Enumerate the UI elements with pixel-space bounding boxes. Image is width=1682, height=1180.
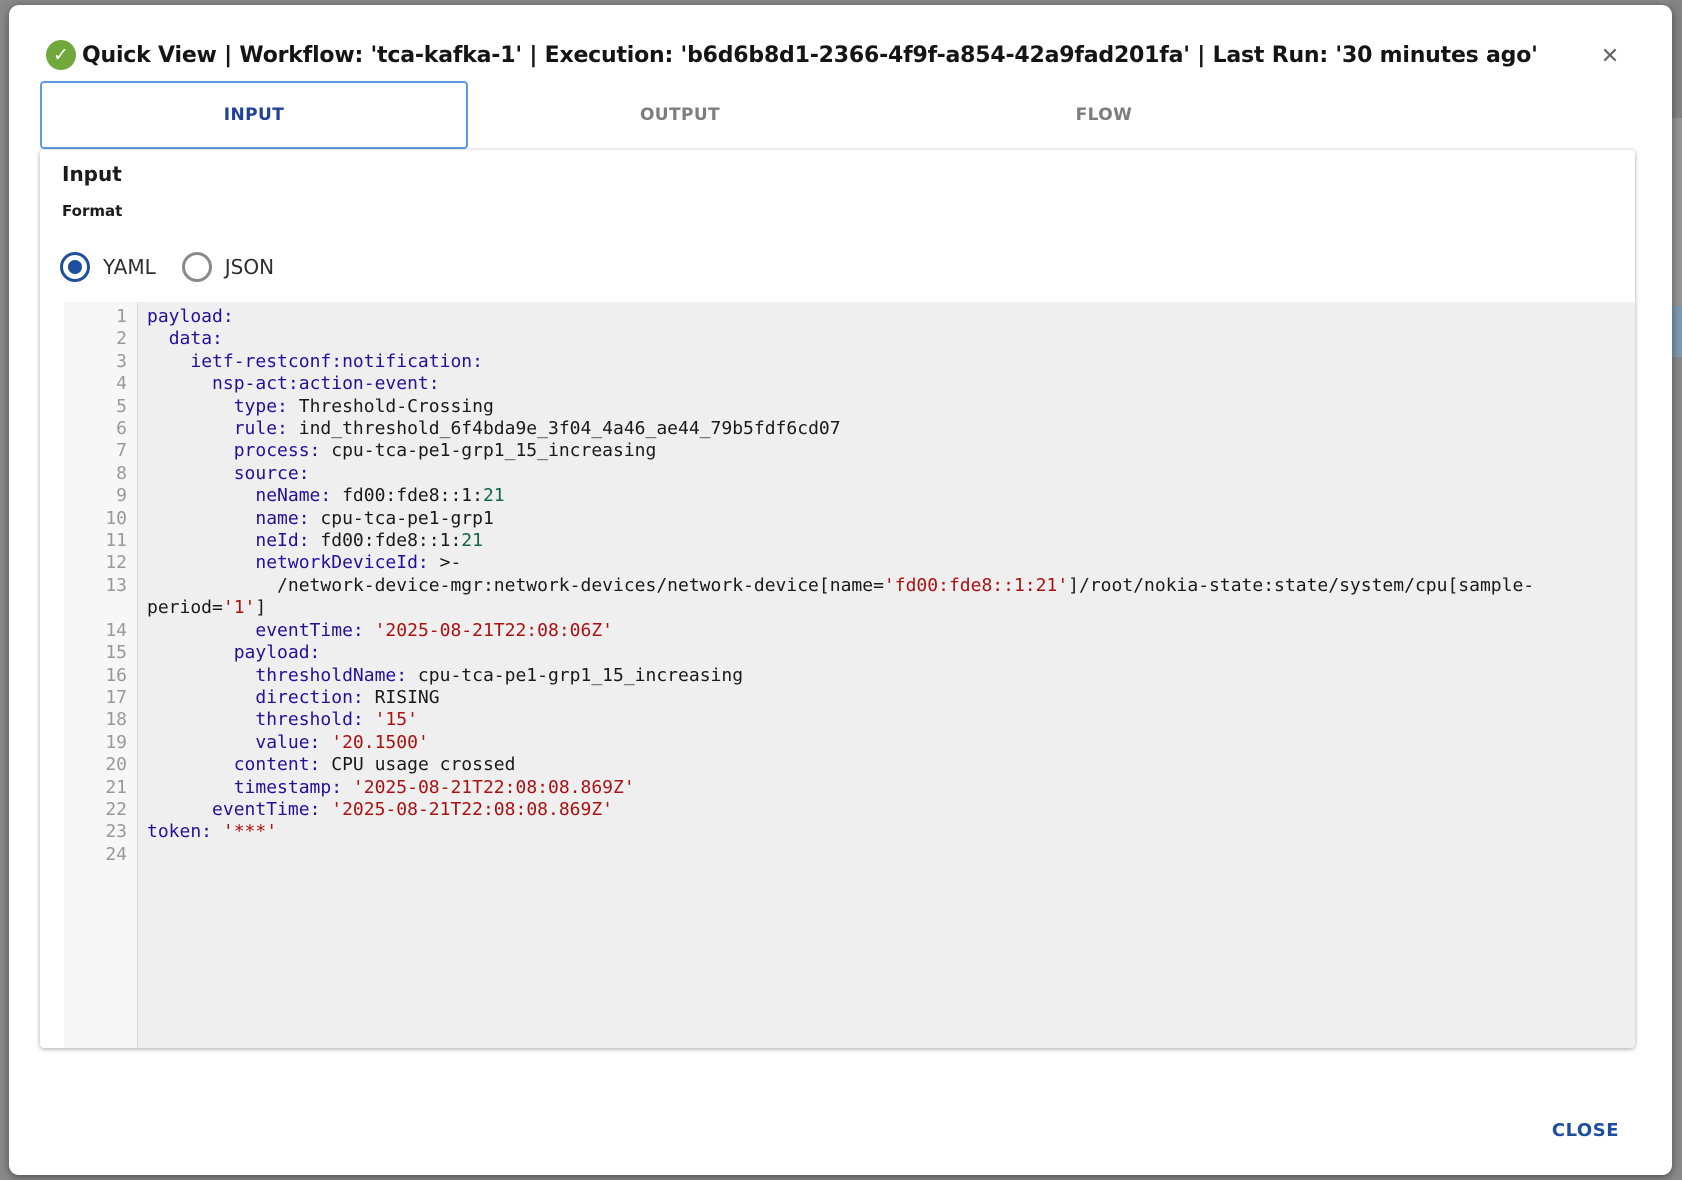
panel-heading: Input	[62, 162, 122, 186]
code-line: 16 thresholdName: cpu-tca-pe1-grp1_15_in…	[64, 665, 1635, 687]
line-content: networkDeviceId: >-	[138, 552, 1635, 574]
line-number: 17	[64, 687, 137, 709]
code-line: 10 name: cpu-tca-pe1-grp1	[64, 508, 1635, 530]
line-content: thresholdName: cpu-tca-pe1-grp1_15_incre…	[138, 665, 1635, 687]
line-content: nsp-act:action-event:	[138, 373, 1635, 395]
radio-unselected-icon[interactable]	[182, 252, 212, 282]
quick-view-dialog: ✓ Quick View | Workflow: 'tca-kafka-1' |…	[9, 5, 1672, 1175]
line-number: 22	[64, 799, 137, 821]
line-content: payload:	[138, 306, 1635, 328]
line-content: eventTime: '2025-08-21T22:08:08.869Z'	[138, 799, 1635, 821]
dialog-header: ✓ Quick View | Workflow: 'tca-kafka-1' |…	[9, 5, 1672, 81]
line-content: value: '20.1500'	[138, 732, 1635, 754]
line-content	[138, 844, 1635, 866]
code-line: 9 neName: fd00:fde8::1:21	[64, 485, 1635, 507]
line-number: 6	[64, 418, 137, 440]
line-content: process: cpu-tca-pe1-grp1_15_increasing	[138, 440, 1635, 462]
close-button[interactable]: CLOSE	[1548, 1113, 1623, 1147]
line-number: 4	[64, 373, 137, 395]
line-content: ietf-restconf:notification:	[138, 351, 1635, 373]
line-number: 12	[64, 552, 137, 574]
input-panel: Input Format YAML JSON 1payl	[40, 150, 1635, 1048]
line-number: 18	[64, 709, 137, 731]
line-number: 2	[64, 328, 137, 350]
line-content: neName: fd00:fde8::1:21	[138, 485, 1635, 507]
line-content: data:	[138, 328, 1635, 350]
line-number: 16	[64, 665, 137, 687]
line-content: neId: fd00:fde8::1:21	[138, 530, 1635, 552]
code-line: 8 source:	[64, 463, 1635, 485]
code-line: 23token: '***'	[64, 821, 1635, 843]
line-number: 15	[64, 642, 137, 664]
code-line: 17 direction: RISING	[64, 687, 1635, 709]
code-line: 15 payload:	[64, 642, 1635, 664]
code-line: 6 rule: ind_threshold_6f4bda9e_3f04_4a46…	[64, 418, 1635, 440]
tab-flow[interactable]: FLOW	[892, 81, 1316, 149]
line-content: timestamp: '2025-08-21T22:08:08.869Z'	[138, 777, 1635, 799]
radio-selected-icon[interactable]	[60, 252, 90, 282]
code-lines: 1payload:2 data:3 ietf-restconf:notifica…	[64, 302, 1635, 866]
code-line: 18 threshold: '15'	[64, 709, 1635, 731]
tab-output[interactable]: OUTPUT	[468, 81, 892, 149]
line-number: 10	[64, 508, 137, 530]
line-content: eventTime: '2025-08-21T22:08:06Z'	[138, 620, 1635, 642]
line-content: payload:	[138, 642, 1635, 664]
line-number: 13	[64, 575, 137, 620]
success-check-icon: ✓	[46, 40, 76, 70]
format-label: Format	[62, 202, 122, 220]
code-line: 20 content: CPU usage crossed	[64, 754, 1635, 776]
code-line: 4 nsp-act:action-event:	[64, 373, 1635, 395]
format-radio-group: YAML JSON	[60, 250, 274, 284]
code-line: 2 data:	[64, 328, 1635, 350]
line-content: name: cpu-tca-pe1-grp1	[138, 508, 1635, 530]
radio-yaml-label: YAML	[103, 255, 156, 279]
code-line: 1payload:	[64, 306, 1635, 328]
code-line: 11 neId: fd00:fde8::1:21	[64, 530, 1635, 552]
code-editor[interactable]: 1payload:2 data:3 ietf-restconf:notifica…	[64, 302, 1635, 1048]
code-line: 24	[64, 844, 1635, 866]
radio-json-label: JSON	[225, 255, 274, 279]
line-number: 9	[64, 485, 137, 507]
line-number: 21	[64, 777, 137, 799]
line-number: 7	[64, 440, 137, 462]
code-line: 3 ietf-restconf:notification:	[64, 351, 1635, 373]
line-number: 23	[64, 821, 137, 843]
code-line: 14 eventTime: '2025-08-21T22:08:06Z'	[64, 620, 1635, 642]
line-number: 11	[64, 530, 137, 552]
line-number: 14	[64, 620, 137, 642]
radio-dot	[68, 260, 82, 274]
line-number: 1	[64, 306, 137, 328]
tab-bar: INPUT OUTPUT FLOW	[40, 81, 1316, 149]
code-line: 13 /network-device-mgr:network-devices/n…	[64, 575, 1635, 620]
line-content: token: '***'	[138, 821, 1635, 843]
line-content: threshold: '15'	[138, 709, 1635, 731]
code-line: 22 eventTime: '2025-08-21T22:08:08.869Z'	[64, 799, 1635, 821]
line-content: rule: ind_threshold_6f4bda9e_3f04_4a46_a…	[138, 418, 1635, 440]
close-icon[interactable]: ✕	[1595, 41, 1625, 71]
line-number: 24	[64, 844, 137, 866]
line-content: /network-device-mgr:network-devices/netw…	[138, 575, 1635, 620]
line-number: 3	[64, 351, 137, 373]
code-line: 12 networkDeviceId: >-	[64, 552, 1635, 574]
radio-dot	[190, 260, 204, 274]
code-line: 7 process: cpu-tca-pe1-grp1_15_increasin…	[64, 440, 1635, 462]
line-number: 5	[64, 396, 137, 418]
line-content: content: CPU usage crossed	[138, 754, 1635, 776]
line-content: source:	[138, 463, 1635, 485]
line-content: type: Threshold-Crossing	[138, 396, 1635, 418]
line-number: 8	[64, 463, 137, 485]
code-line: 19 value: '20.1500'	[64, 732, 1635, 754]
code-line: 21 timestamp: '2025-08-21T22:08:08.869Z'	[64, 777, 1635, 799]
radio-yaml[interactable]: YAML	[60, 252, 156, 282]
line-content: direction: RISING	[138, 687, 1635, 709]
line-number: 19	[64, 732, 137, 754]
tab-input[interactable]: INPUT	[40, 81, 468, 149]
line-number: 20	[64, 754, 137, 776]
radio-json[interactable]: JSON	[182, 252, 274, 282]
code-line: 5 type: Threshold-Crossing	[64, 396, 1635, 418]
